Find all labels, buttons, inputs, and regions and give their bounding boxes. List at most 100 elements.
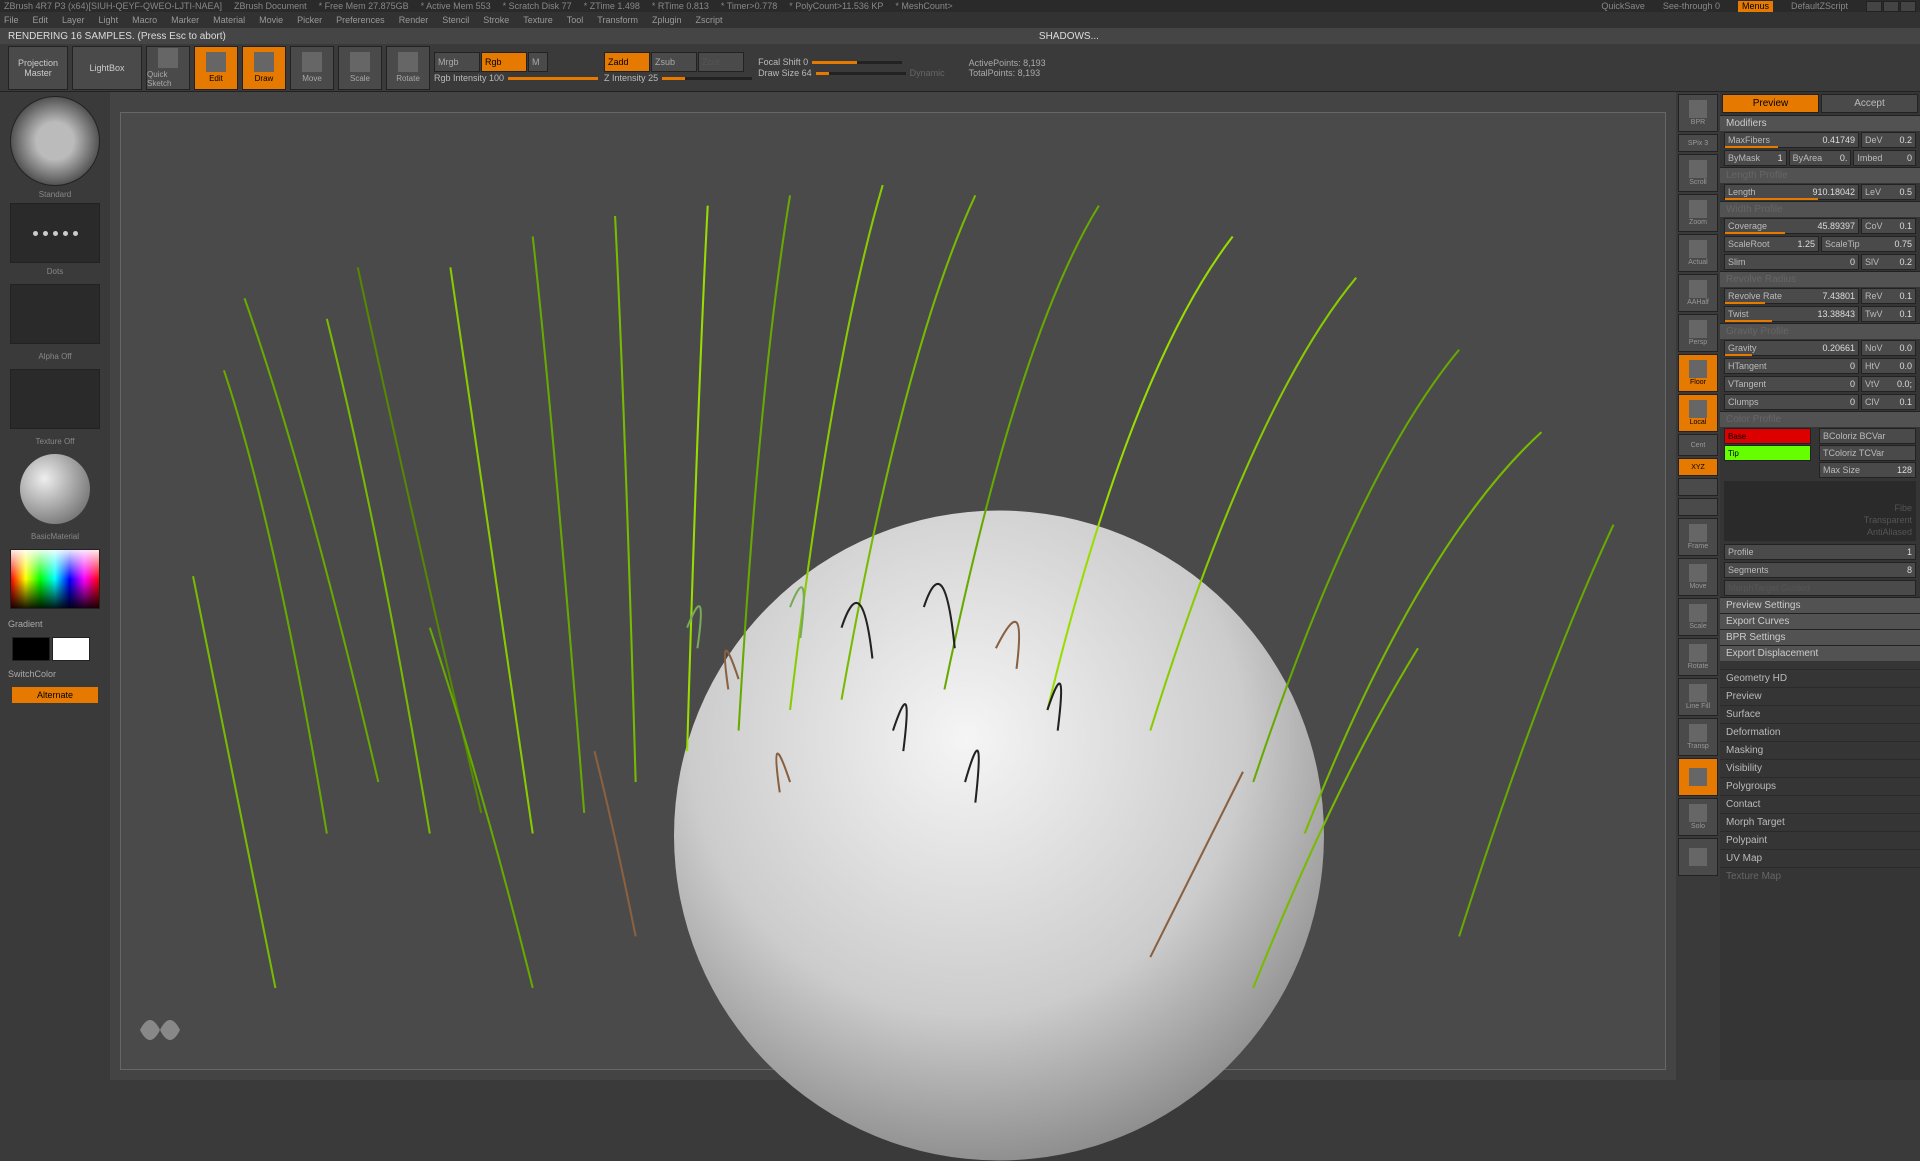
sym-btn[interactable] (1678, 478, 1718, 496)
xpose-btn[interactable] (1678, 838, 1718, 876)
geometry-hd[interactable]: Geometry HD (1720, 669, 1920, 687)
rgb-btn[interactable]: Rgb (481, 52, 527, 72)
xyz-btn[interactable]: XYZ (1678, 458, 1718, 476)
points-info: ActivePoints: 8,193 TotalPoints: 8,193 (969, 58, 1046, 78)
focal-shift[interactable]: Focal Shift 0 (758, 57, 808, 67)
projection-master[interactable]: Projection Master (8, 46, 68, 90)
bpr-btn[interactable]: BPR (1678, 94, 1718, 132)
length-param[interactable]: Length910.18042 (1724, 184, 1859, 200)
frame-btn[interactable]: Frame (1678, 518, 1718, 556)
right-panel: Preview Accept Modifiers MaxFibers0.4174… (1720, 92, 1920, 1080)
modifiers-header[interactable]: Modifiers (1720, 115, 1920, 131)
viewport[interactable] (120, 112, 1666, 1070)
edit-btn[interactable]: Edit (194, 46, 238, 90)
alternate-btn[interactable]: Alternate (12, 687, 98, 703)
edit-icon (206, 52, 226, 72)
render-status: RENDERING 16 SAMPLES. (Press Esc to abor… (8, 31, 226, 42)
move-icon (302, 52, 322, 72)
local-btn[interactable]: Local (1678, 394, 1718, 432)
zadd-btn[interactable]: Zadd (604, 52, 650, 72)
seethrough[interactable]: See-through 0 (1663, 1, 1720, 12)
bpr-settings[interactable]: BPR Settings (1720, 629, 1920, 645)
sphere-mesh (674, 511, 1324, 1161)
zsub-btn[interactable]: Zsub (651, 52, 697, 72)
aahalf-btn[interactable]: AAHalf (1678, 274, 1718, 312)
color-picker[interactable] (10, 549, 100, 609)
preview-tab[interactable]: Preview (1722, 94, 1819, 113)
preview-settings[interactable]: Preview Settings (1720, 597, 1920, 613)
draw-icon (254, 52, 274, 72)
sketch-icon (158, 48, 178, 68)
floor-btn[interactable]: Floor (1678, 354, 1718, 392)
cent-btn[interactable]: Cent (1678, 434, 1718, 456)
export-curves[interactable]: Export Curves (1720, 613, 1920, 629)
quicksketch-btn[interactable]: Quick Sketch (146, 46, 190, 90)
persp-icon (1689, 320, 1707, 338)
rotate-btn[interactable]: Rotate (386, 46, 430, 90)
status-bar: RENDERING 16 SAMPLES. (Press Esc to abor… (0, 28, 1920, 44)
quicksave-btn[interactable]: QuickSave (1601, 1, 1645, 12)
ghost-btn[interactable] (1678, 758, 1718, 796)
maxfibers[interactable]: MaxFibers0.41749 (1724, 132, 1859, 148)
rgb-intensity[interactable]: Rgb Intensity 100 (434, 73, 504, 83)
canvas[interactable] (110, 92, 1676, 1080)
spix[interactable]: SPix 3 (1678, 134, 1718, 152)
swatch-white[interactable] (52, 637, 90, 661)
lightbox-btn[interactable]: LightBox (72, 46, 142, 90)
base-color[interactable]: Base (1724, 428, 1811, 444)
m-btn[interactable]: M (528, 52, 548, 72)
close-icon[interactable] (1900, 1, 1916, 12)
alpha-selector[interactable] (10, 284, 100, 344)
tip-color[interactable]: Tip (1724, 445, 1811, 461)
scaleview-icon (1689, 604, 1707, 622)
linefill-btn[interactable]: Line Fill (1678, 678, 1718, 716)
accept-btn[interactable]: Accept (1821, 94, 1918, 113)
switch-color[interactable]: SwitchColor (4, 667, 106, 681)
texture-selector[interactable] (10, 369, 100, 429)
hand-icon (1689, 564, 1707, 582)
draw-btn[interactable]: Draw (242, 46, 286, 90)
floor-icon (1689, 360, 1707, 378)
defaultscript[interactable]: DefaultZScript (1791, 1, 1848, 12)
stroke-selector[interactable] (10, 203, 100, 263)
export-displacement[interactable]: Export Displacement (1720, 645, 1920, 661)
scroll-icon (1689, 160, 1707, 178)
scale-icon (350, 52, 370, 72)
left-panel: Standard Dots Alpha Off Texture Off Basi… (0, 92, 110, 1080)
swatch-black[interactable] (12, 637, 50, 661)
bpr-icon (1689, 100, 1707, 118)
max-icon[interactable] (1883, 1, 1899, 12)
mrgb-btn[interactable]: Mrgb (434, 52, 480, 72)
transp-btn[interactable]: Transp (1678, 718, 1718, 756)
butterfly-logo (130, 1000, 190, 1060)
solo-btn[interactable]: Solo (1678, 798, 1718, 836)
doc-title: ZBrush Document (234, 1, 307, 11)
moveview-btn[interactable]: Move (1678, 558, 1718, 596)
ghost-icon (1689, 768, 1707, 786)
scroll-btn[interactable]: Scroll (1678, 154, 1718, 192)
menu-file[interactable]: File (4, 15, 19, 25)
persp-btn[interactable]: Persp (1678, 314, 1718, 352)
rotateview-btn[interactable]: Rotate (1678, 638, 1718, 676)
zoom-btn[interactable]: Zoom (1678, 194, 1718, 232)
title-bar: ZBrush 4R7 P3 (x64)[SIUH-QEYF-QWEO-LJTI-… (0, 0, 1920, 12)
z-intensity[interactable]: Z Intensity 25 (604, 73, 658, 83)
xpose-icon (1689, 848, 1707, 866)
toolbar: Projection Master LightBox Quick Sketch … (0, 44, 1920, 92)
actual-btn[interactable]: Actual (1678, 234, 1718, 272)
menu-edit[interactable]: Edit (33, 15, 49, 25)
rotateview-icon (1689, 644, 1707, 662)
scale-btn[interactable]: Scale (338, 46, 382, 90)
local-icon (1689, 400, 1707, 418)
draw-size[interactable]: Draw Size 64 (758, 68, 812, 78)
solo-icon (1689, 804, 1707, 822)
right-toolbar: BPR SPix 3 Scroll Zoom Actual AAHalf Per… (1676, 92, 1720, 1080)
brush-preview[interactable] (10, 96, 100, 186)
move-btn[interactable]: Move (290, 46, 334, 90)
min-icon[interactable] (1866, 1, 1882, 12)
sym2-btn[interactable] (1678, 498, 1718, 516)
zcut-btn[interactable]: Zcut (698, 52, 744, 72)
material-preview[interactable] (20, 454, 90, 524)
scaleview-btn[interactable]: Scale (1678, 598, 1718, 636)
menus-btn[interactable]: Menus (1738, 1, 1773, 12)
